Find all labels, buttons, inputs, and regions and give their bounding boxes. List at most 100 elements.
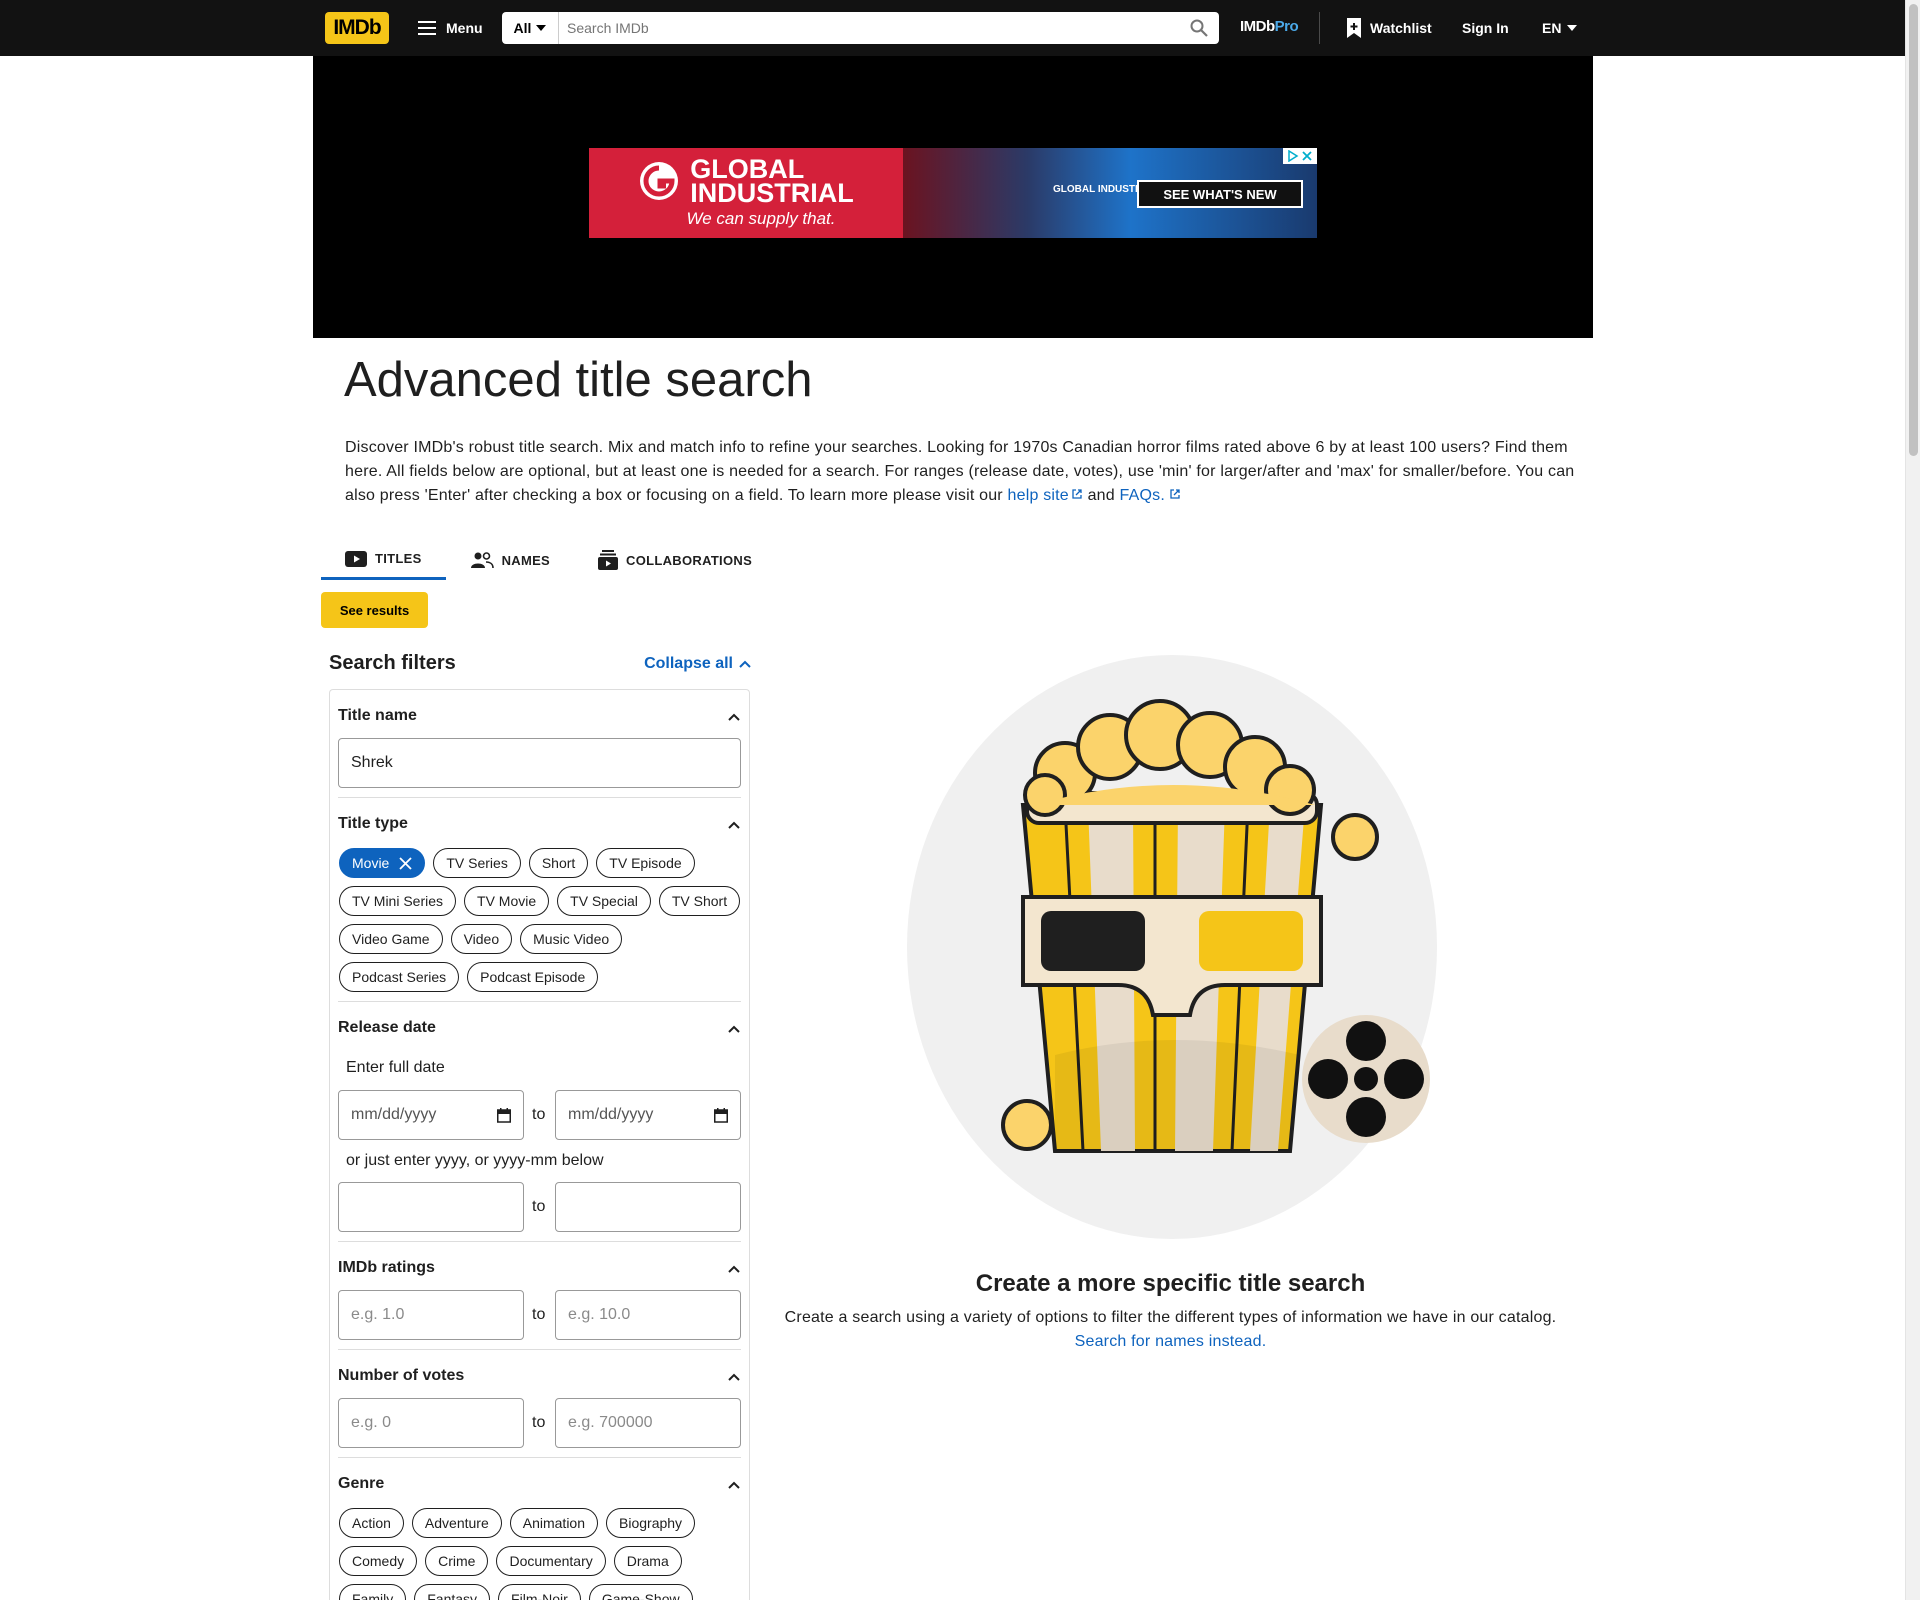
chip-tv-movie[interactable]: TV Movie [464,886,550,916]
chevron-up-icon [728,1265,740,1273]
search-filters-title: Search filters [329,652,456,674]
rating-max-input[interactable]: e.g. 10.0 [555,1290,741,1340]
chip-fantasy[interactable]: Fantasy [414,1584,491,1600]
chip-comedy[interactable]: Comedy [339,1546,418,1576]
search-category-label: All [513,20,532,36]
ad-choices-icon[interactable] [1283,148,1317,164]
votes-min-input[interactable]: e.g. 0 [338,1398,524,1448]
global-industrial-logo-icon [640,162,679,200]
tab-names[interactable]: NAMES [446,540,574,580]
nav-divider [1319,12,1320,44]
chip-animation[interactable]: Animation [509,1508,599,1538]
search-submit-button[interactable] [1179,12,1219,44]
advertisement[interactable]: GLOBAL INDUSTRIAL We can supply that. GL… [589,148,1317,238]
search-names-link[interactable]: Search for names instead. [768,1330,1573,1354]
ratings-section-header[interactable]: IMDb ratings [338,1257,741,1279]
chip-video[interactable]: Video [450,924,513,954]
tab-collaborations-label: COLLABORATIONS [626,552,753,568]
chip-short[interactable]: Short [528,848,589,878]
genre-section-header[interactable]: Genre [338,1473,741,1495]
collapse-all-button[interactable]: Collapse all [644,655,751,673]
chip-tv-special[interactable]: TV Special [557,886,651,916]
chip-music-video[interactable]: Music Video [520,924,623,954]
chevron-up-icon [728,1025,740,1033]
watchlist-label: Watchlist [1370,20,1432,36]
chip-tv-short[interactable]: TV Short [658,886,741,916]
video-icon [345,550,367,567]
ratings-label: IMDb ratings [338,1259,435,1276]
search-bar: All [502,12,1219,44]
chip-game-show[interactable]: Game-Show [588,1584,693,1600]
release-date-section-header[interactable]: Release date [338,1017,741,1039]
divider [338,1457,741,1458]
range-to-label: to [532,1414,546,1431]
tab-titles[interactable]: TITLES [321,540,446,580]
chip-drama[interactable]: Drama [613,1546,682,1576]
see-results-button[interactable]: See results [321,592,428,628]
ad-tagline: We can supply that. [686,209,836,228]
search-category-dropdown[interactable]: All [502,12,559,44]
chip-biography[interactable]: Biography [606,1508,696,1538]
chevron-up-icon [728,1481,740,1489]
range-to-label: to [532,1198,546,1215]
chip-label: Movie [352,855,390,871]
help-site-link[interactable]: help site [1008,487,1083,504]
menu-button[interactable]: Menu [406,10,495,46]
intro-text: Discover IMDb's robust title search. Mix… [345,439,1575,504]
popcorn-piece [1001,1099,1053,1151]
adchoices-icon [1288,150,1299,162]
votes-max-input[interactable]: e.g. 700000 [555,1398,741,1448]
title-name-input[interactable]: Shrek [338,738,741,788]
chip-crime[interactable]: Crime [425,1546,489,1576]
ad-cta-button[interactable]: SEE WHAT'S NEW [1137,180,1303,208]
chip-action[interactable]: Action [339,1508,404,1538]
tab-collaborations[interactable]: COLLABORATIONS [574,540,776,580]
sign-in-button[interactable]: Sign In [1448,10,1523,46]
rating-min-input[interactable]: e.g. 1.0 [338,1290,524,1340]
chip-adventure[interactable]: Adventure [411,1508,502,1538]
ad-banner-area: GLOBAL INDUSTRIAL We can supply that. GL… [313,56,1593,338]
imdb-logo[interactable]: IMDb [325,12,389,44]
title-name-section-header[interactable]: Title name [338,705,741,727]
search-input[interactable] [559,12,1179,44]
imdbpro-link[interactable]: IMDbPro [1240,18,1299,35]
chip-video-game[interactable]: Video Game [339,924,443,954]
chip-movie[interactable]: Movie [339,848,426,878]
bookmark-plus-icon [1347,18,1361,38]
caret-down-icon [536,25,547,31]
release-date-max-input[interactable]: mm/dd/yyyy [555,1090,741,1140]
chevron-up-icon [728,713,740,721]
page-scrollbar[interactable] [1905,0,1920,1600]
chevron-up-icon [728,1373,740,1381]
release-date-label: Release date [338,1019,436,1036]
chevron-up-icon [739,660,751,668]
title-type-chips: Movie TV Series Short TV Episode TV Mini… [339,848,743,992]
ad-brand-line2: INDUSTRIAL [690,178,854,208]
chip-podcast-episode[interactable]: Podcast Episode [467,962,599,992]
language-label: EN [1542,20,1562,36]
intro-and: and [1087,487,1115,504]
people-icon [470,552,494,568]
chip-family[interactable]: Family [339,1584,407,1600]
search-filters-panel: Title name Shrek Title type Movie TV Ser… [329,689,750,1600]
chip-tv-series[interactable]: TV Series [433,848,521,878]
release-year-min-input[interactable] [338,1182,524,1232]
chip-tv-mini-series[interactable]: TV Mini Series [339,886,457,916]
external-link-icon [1170,489,1180,499]
release-date-min-input[interactable]: mm/dd/yyyy [338,1090,524,1140]
watchlist-button[interactable]: Watchlist [1334,10,1444,46]
faqs-link[interactable]: FAQs. [1120,487,1181,504]
title-type-section-header[interactable]: Title type [338,813,741,835]
title-type-label: Title type [338,815,408,832]
chip-documentary[interactable]: Documentary [496,1546,606,1576]
chip-podcast-series[interactable]: Podcast Series [339,962,460,992]
votes-section-header[interactable]: Number of votes [338,1365,741,1387]
chip-tv-episode[interactable]: TV Episode [596,848,695,878]
popcorn-piece [1331,813,1379,861]
ad-brand-panel: GLOBAL INDUSTRIAL We can supply that. [589,148,903,238]
chip-film-noir[interactable]: Film-Noir [498,1584,581,1600]
release-year-max-input[interactable] [555,1182,741,1232]
scrollbar-thumb[interactable] [1909,4,1918,456]
date-placeholder: mm/dd/yyyy [568,1106,654,1123]
language-dropdown[interactable]: EN [1530,10,1589,46]
